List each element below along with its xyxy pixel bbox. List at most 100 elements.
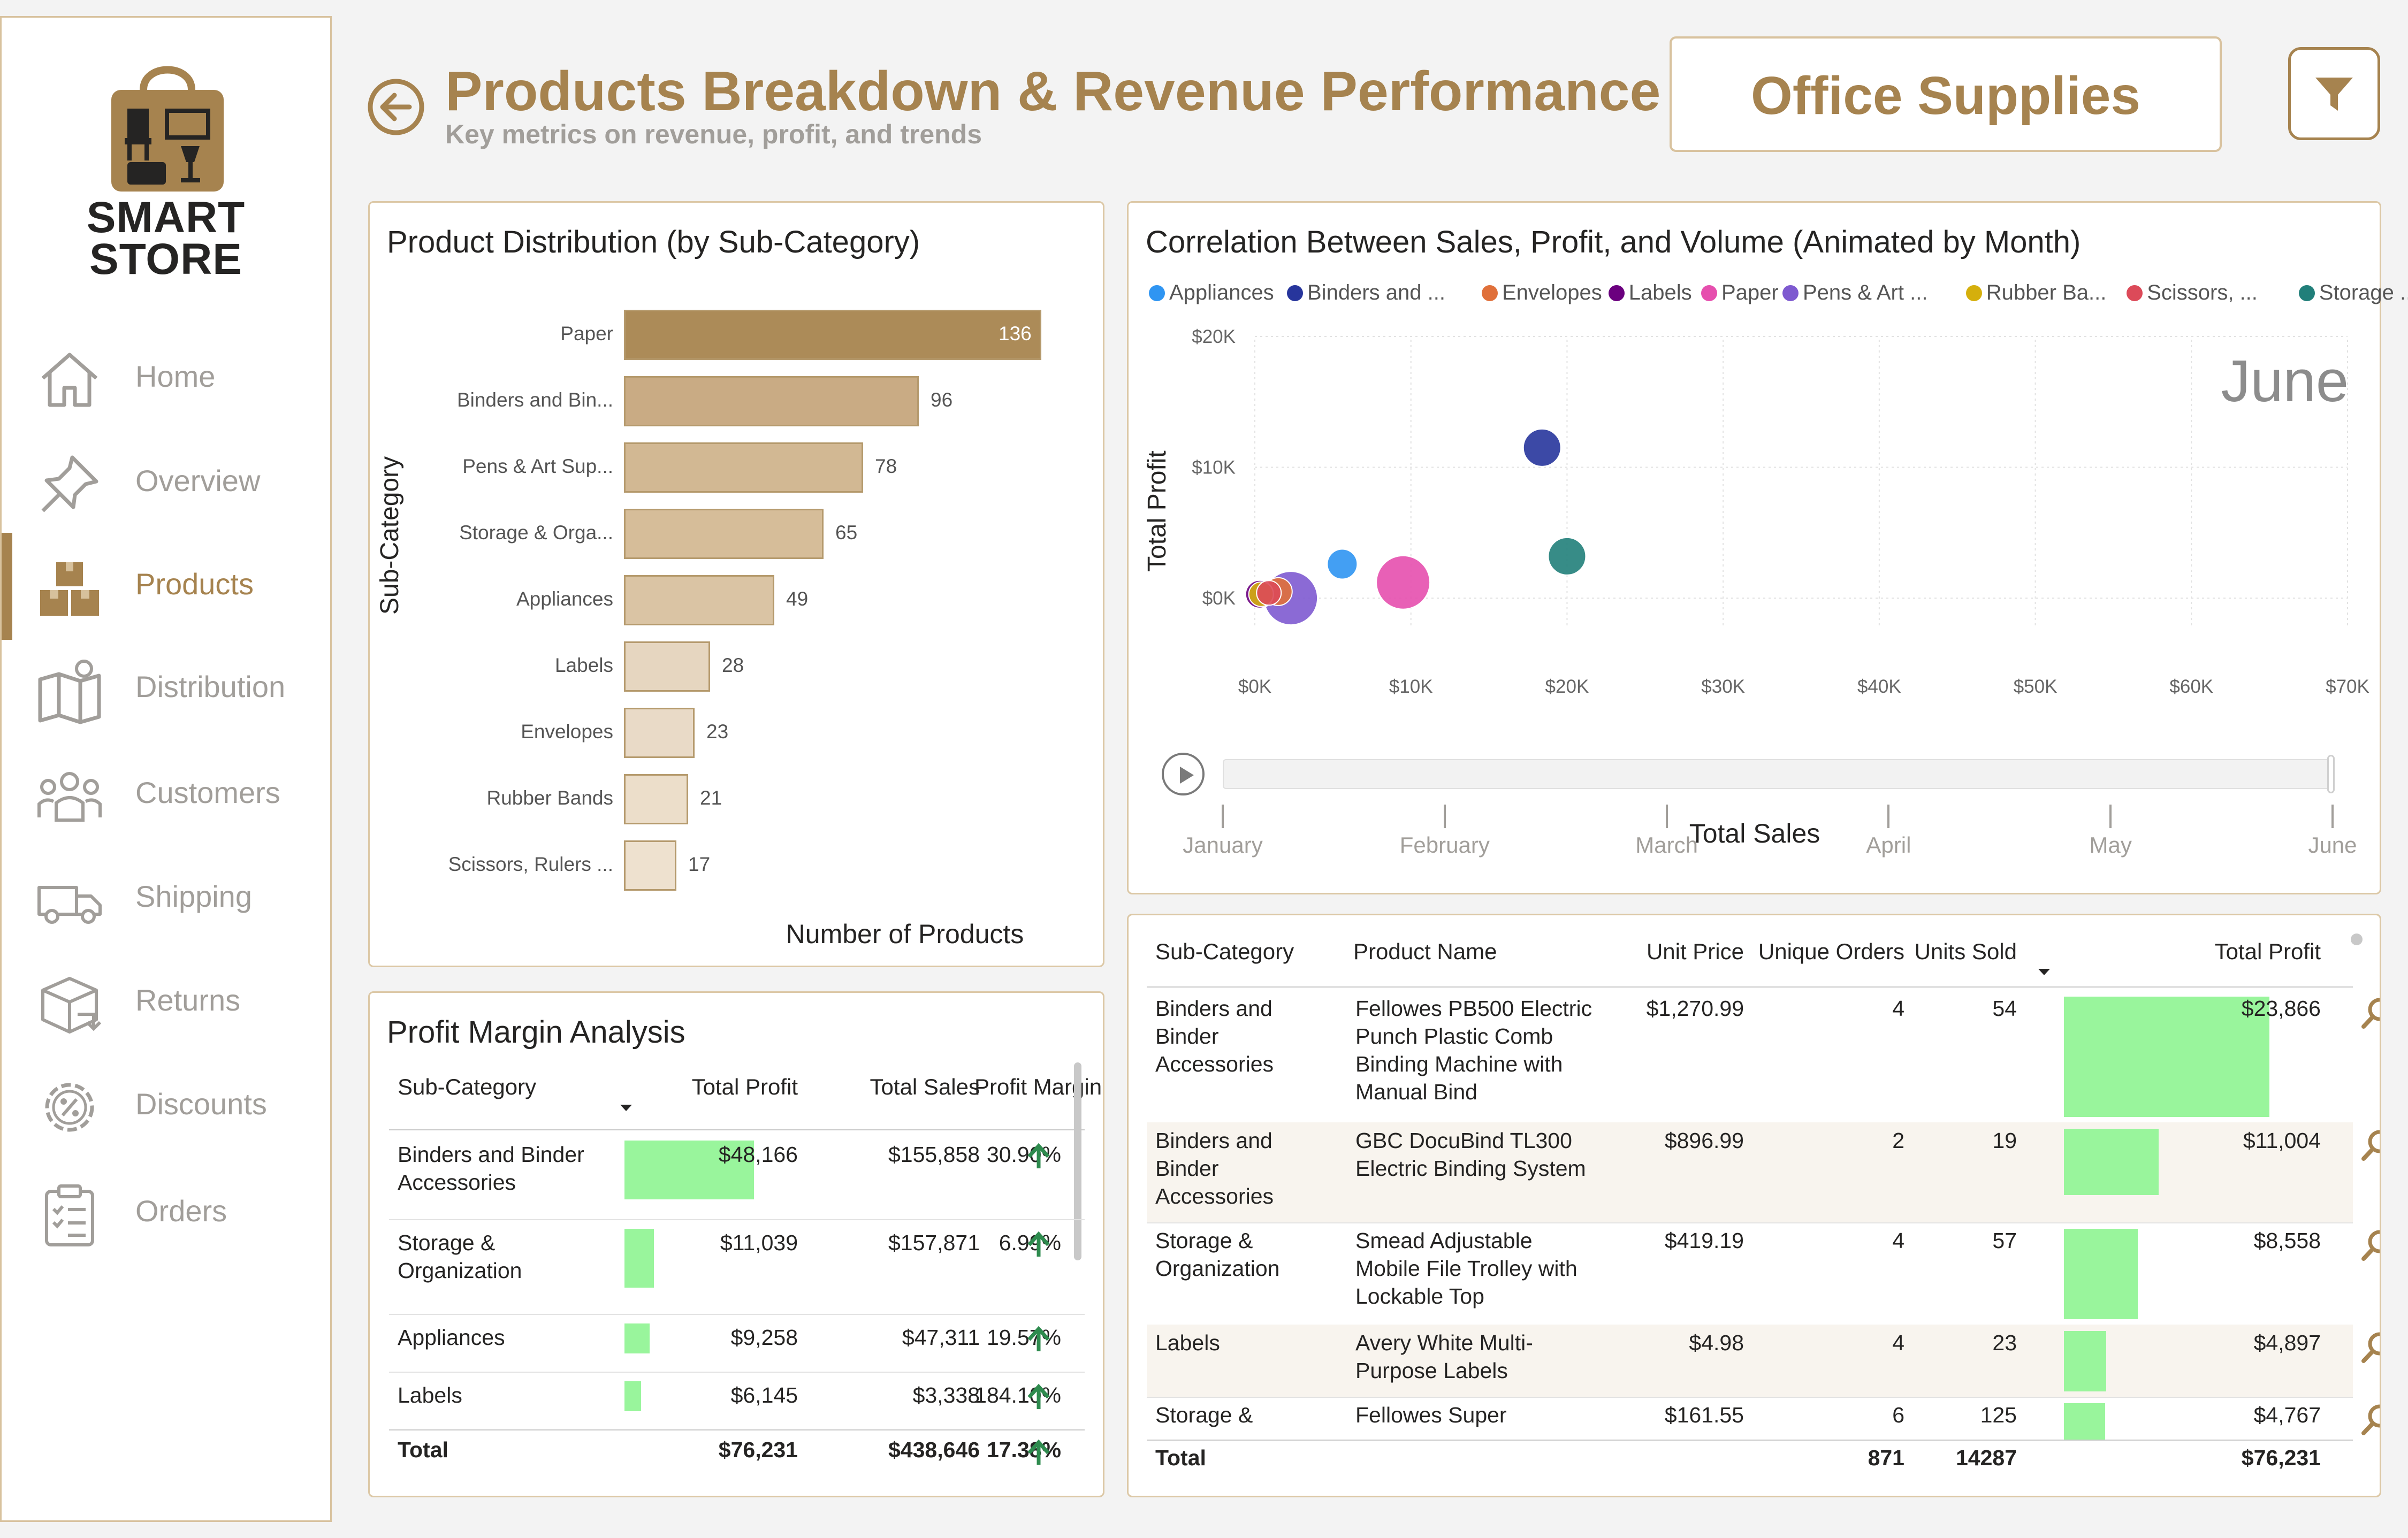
total-profit: $76,231 [2241,1445,2321,1470]
timeline-month-label[interactable]: May [2041,832,2180,858]
page-title: Products Breakdown & Revenue Performance [445,60,1661,123]
sub-category-cell: Binder [1155,1156,1219,1181]
sales-profit-correlation-panel: Correlation Between Sales, Profit, and V… [1127,201,2408,894]
product-name-cell: GBC DocuBind TL300 [1355,1128,1572,1153]
bar[interactable] [624,310,1041,360]
bar-category-label: Paper [560,323,613,345]
x-axis-label: Number of Products [786,919,1024,949]
sidebar-item-label: Products [135,567,254,601]
sub-category-cell: Labels [398,1383,462,1407]
sub-category-cell: Accessories [1155,1052,1274,1076]
top-products-panel: Sub-Category Product Name Unit Price Uni… [1127,914,2381,1497]
category-selector[interactable]: Office Supplies [1670,36,2222,152]
x-tick-label: $70K [2326,676,2369,697]
bar-category-label: Binders and Bin... [456,389,613,411]
total-profit-cell: $6,145 [730,1383,798,1407]
product-distribution-panel: Product Distribution (by Sub-Category) S… [368,201,1104,967]
timeline-month-label[interactable]: January [1153,832,1292,858]
bar[interactable] [624,774,688,824]
product-name-cell: Purpose Labels [1355,1358,1508,1383]
drillthrough-magnifier-icon[interactable] [2358,1227,2380,1264]
product-name-cell: Mobile File Trolley with [1355,1256,1578,1281]
sub-category-cell: Storage & [398,1230,496,1255]
sub-category-cell: Storage & [1155,1228,1253,1253]
bar[interactable] [624,641,710,692]
pin-icon [41,455,98,512]
drillthrough-magnifier-icon[interactable] [2358,994,2380,1032]
bar[interactable] [624,509,824,559]
back-arrow-icon[interactable] [367,78,425,136]
sub-category-cell: Organization [1155,1256,1280,1281]
drillthrough-magnifier-icon[interactable] [2358,1127,2380,1164]
bar[interactable] [624,442,863,493]
bar[interactable] [624,708,695,758]
x-tick-label: $60K [2169,676,2213,697]
bar[interactable] [624,376,919,426]
bar-category-label: Scissors, Rulers ... [448,853,613,875]
total-profit-cell: $8,558 [2253,1228,2321,1253]
bar-category-label: Rubber Bands [486,787,613,809]
sidebar-item-customers[interactable]: Customers [2,749,330,830]
units-sold-cell: 54 [1992,996,2017,1021]
sidebar-item-distribution[interactable]: Distribution [2,644,330,724]
play-button[interactable] [1162,753,1205,795]
timeline-month-label[interactable]: April [1819,832,1958,858]
bar-value-label: 49 [786,588,809,610]
profit-data-bar [624,1323,650,1353]
drillthrough-magnifier-icon[interactable] [2358,1401,2380,1438]
bar[interactable] [624,575,774,625]
bar-category-label: Pens & Art Sup... [462,455,613,477]
product-name-cell: Electric Binding System [1355,1156,1586,1181]
profit-margin-panel: Profit Margin Analysis Sub-Category Tota… [368,991,1104,1497]
sidebar-item-label: Home [135,359,216,393]
up-arrow-icon [1027,1143,1050,1168]
total-profit-cell: $4,897 [2253,1330,2321,1355]
sub-category-cell: Binder [1155,1024,1219,1049]
sidebar-item-shipping[interactable]: Shipping [2,853,330,933]
filter-button[interactable] [2288,47,2380,140]
total-profit-cell: $11,004 [2243,1128,2321,1153]
timeline-month-label[interactable]: March [1597,832,1736,858]
total-profit-cell: $4,767 [2253,1403,2321,1427]
product-name-cell: Binding Machine with [1355,1052,1563,1076]
boxes-icon [40,562,99,616]
bar-value-label: 28 [722,654,744,676]
sidebar-item-returns[interactable]: Returns [2,957,330,1037]
profit-data-bar [624,1381,641,1411]
product-distribution-chart: Paper 136 Binders and Bin... 96 Pens & Art S… [370,203,1103,898]
sub-category-cell: Appliances [398,1325,505,1350]
x-tick-label: $10K [1389,676,1433,697]
sidebar-item-home[interactable]: Home [2,333,330,414]
total-unique-orders: 871 [1868,1445,1904,1470]
drillthrough-magnifier-icon[interactable] [2358,1329,2380,1366]
product-name-cell: Avery White Multi- [1355,1330,1533,1355]
bar[interactable] [624,840,676,891]
sidebar-item-label: Orders [135,1194,227,1228]
unique-orders-cell: 4 [1892,996,1904,1021]
bar-value-label: 136 [999,323,1032,345]
sidebar-item-label: Discounts [135,1087,267,1121]
timeline-handle[interactable] [2327,755,2335,793]
sub-category-cell: Labels [1155,1330,1220,1355]
timeline-months: January February March April May June [1129,805,2380,869]
sidebar-item-orders[interactable]: Orders [2,1168,330,1248]
unique-orders-cell: 4 [1892,1228,1904,1253]
unique-orders-cell: 4 [1892,1330,1904,1355]
sidebar-item-label: Shipping [135,879,252,913]
up-arrow-icon [1027,1383,1050,1409]
sidebar-item-overview[interactable]: Overview [2,438,330,518]
timeline-month-label[interactable]: June [2263,832,2402,858]
clipboard-icon [45,1184,94,1246]
scatter-point [1327,548,1358,580]
sidebar-item-discounts[interactable]: Discounts [2,1061,330,1141]
timeline-month-label[interactable]: February [1375,832,1514,858]
sidebar-item-label: Returns [135,983,241,1017]
sub-category-cell: Binders and Binder [398,1142,584,1167]
y-tick-label: $10K [1192,457,1236,478]
sidebar-item-products[interactable]: Products [2,541,330,621]
timeline-track[interactable] [1223,759,2330,789]
bar-value-label: 78 [875,455,897,477]
filter-icon [2315,78,2353,111]
smart-store-logo [111,66,224,192]
product-name-cell: Lockable Top [1355,1284,1484,1309]
